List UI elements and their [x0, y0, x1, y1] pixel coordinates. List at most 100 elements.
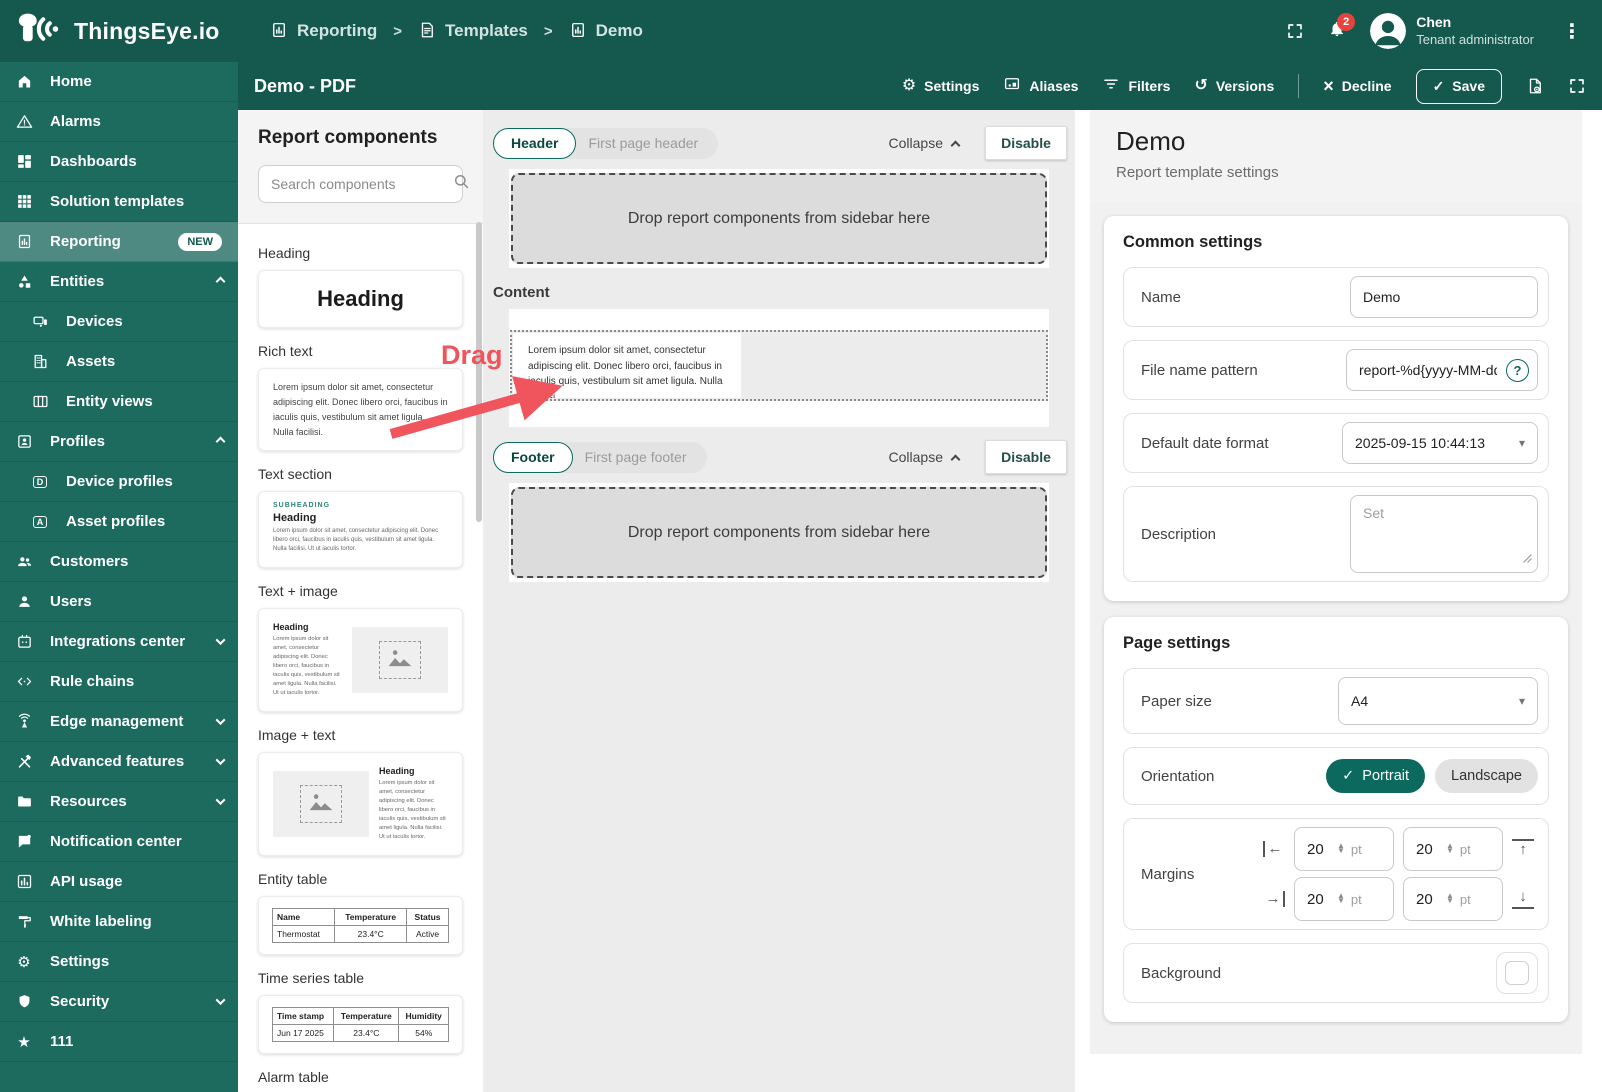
- fullscreen-icon[interactable]: [1286, 22, 1304, 40]
- sidebar-item-111[interactable]: ★ 111: [0, 1022, 238, 1062]
- sidebar-item-advanced-features[interactable]: Advanced features: [0, 742, 238, 782]
- sidebar-item-users[interactable]: Users: [0, 582, 238, 622]
- default-date-format-label: Default date format: [1141, 434, 1269, 452]
- sidebar-item-rule-chains[interactable]: Rule chains: [0, 662, 238, 702]
- orientation-portrait-button[interactable]: ✓ Portrait: [1326, 759, 1426, 793]
- save-button[interactable]: ✓ Save: [1415, 68, 1502, 104]
- default-date-format-select[interactable]: 2025-09-15 10:44:13 ▾: [1342, 422, 1538, 464]
- filters-button[interactable]: Filters: [1102, 75, 1170, 97]
- component-card-textsection[interactable]: SUBHEADING Heading Lorem ipsum dolor sit…: [258, 491, 463, 569]
- stepper-icon[interactable]: ▲ ▼: [1446, 842, 1454, 855]
- header-collapse-button[interactable]: Collapse: [889, 135, 961, 151]
- first-page-footer-chip[interactable]: First page footer: [552, 441, 707, 473]
- description-field[interactable]: Set: [1350, 495, 1538, 573]
- sidebar-item-api-usage[interactable]: API usage: [0, 862, 238, 902]
- sidebar-item-entity-views[interactable]: Entity views: [0, 382, 238, 422]
- footer-collapse-button[interactable]: Collapse: [889, 449, 961, 465]
- margin-right-input[interactable]: [1307, 890, 1337, 908]
- margin-bottom-input[interactable]: [1416, 890, 1446, 908]
- sidebar-item-security[interactable]: Security: [0, 982, 238, 1022]
- footer-disable-button[interactable]: Disable: [985, 440, 1067, 474]
- image-icon: [387, 647, 413, 674]
- first-page-header-chip[interactable]: First page header: [556, 127, 719, 159]
- sidebar-item-customers[interactable]: Customers: [0, 542, 238, 582]
- resize-handle-icon[interactable]: [1522, 550, 1532, 568]
- user-menu[interactable]: Chen Tenant administrator: [1370, 13, 1534, 49]
- header-chip[interactable]: Header: [493, 127, 577, 159]
- search-components-box[interactable]: [258, 165, 469, 203]
- imagetext-heading: Heading: [379, 766, 415, 777]
- devices-icon: [30, 313, 50, 330]
- search-icon: [452, 172, 471, 196]
- name-label: Name: [1141, 288, 1182, 306]
- footer-dropzone[interactable]: Drop report components from sidebar here: [511, 487, 1047, 578]
- sidebar-item-notification-center[interactable]: Notification center: [0, 822, 238, 862]
- sidebar-item-label: Edge management: [50, 713, 184, 730]
- component-card-heading[interactable]: Heading: [258, 270, 463, 328]
- settings-button[interactable]: ⚙ Settings: [902, 78, 980, 95]
- sidebar-item-label: Dashboards: [50, 153, 137, 170]
- sidebar-item-profiles[interactable]: Profiles: [0, 422, 238, 462]
- sidebar-item-device-profiles[interactable]: D Device profiles: [0, 462, 238, 502]
- components-scrollbar[interactable]: [476, 222, 482, 522]
- component-card-timeseriestable[interactable]: Time stamp Temperature Humidity Jun 17 2…: [258, 995, 463, 1055]
- stepper-icon[interactable]: ▲ ▼: [1446, 892, 1454, 905]
- fullscreen-editor-icon[interactable]: [1568, 77, 1586, 95]
- sidebar-item-solution-templates[interactable]: Solution templates: [0, 182, 238, 222]
- breadcrumb-templates[interactable]: Templates: [418, 21, 528, 42]
- breadcrumb-demo[interactable]: Demo: [569, 21, 643, 42]
- search-input[interactable]: [271, 176, 452, 192]
- filter-icon: [1102, 75, 1120, 97]
- sidebar-item-assets[interactable]: Assets: [0, 342, 238, 382]
- sidebar-item-label: Security: [50, 993, 110, 1010]
- sidebar-item-entities[interactable]: Entities: [0, 262, 238, 302]
- rule-chains-icon: [14, 673, 34, 690]
- content-dropzone[interactable]: Lorem ipsum dolor sit amet, consectetur …: [510, 330, 1048, 401]
- breadcrumb-reporting[interactable]: Reporting: [270, 21, 377, 42]
- sidebar-item-edge-management[interactable]: Edge management: [0, 702, 238, 742]
- stepper-icon[interactable]: ▲ ▼: [1337, 892, 1345, 905]
- orientation-landscape-button[interactable]: Landscape: [1435, 759, 1538, 793]
- thingseye-logo-icon: [14, 11, 66, 52]
- orientation-label: Orientation: [1141, 767, 1215, 785]
- margin-top-input-box[interactable]: ▲▼ pt: [1403, 827, 1503, 871]
- file-name-pattern-field[interactable]: [1359, 362, 1497, 378]
- template-settings-panel: Demo Report template settings Common set…: [1075, 110, 1602, 1092]
- preview-report-icon[interactable]: [1526, 77, 1544, 95]
- sidebar-item-label: Advanced features: [50, 753, 185, 770]
- sidebar-item-home[interactable]: Home: [0, 62, 238, 102]
- help-icon[interactable]: ?: [1506, 358, 1529, 382]
- name-field[interactable]: [1350, 276, 1538, 318]
- decline-button[interactable]: × Decline: [1323, 77, 1391, 95]
- margin-left-input[interactable]: [1307, 840, 1337, 858]
- component-card-imagetext[interactable]: Heading Lorem ipsum dolor sit amet, cons…: [258, 752, 463, 857]
- margin-right-input-box[interactable]: ▲▼ pt: [1294, 877, 1394, 921]
- sidebar-item-devices[interactable]: Devices: [0, 302, 238, 342]
- stepper-icon[interactable]: ▲ ▼: [1337, 842, 1345, 855]
- background-color-swatch[interactable]: [1496, 952, 1538, 994]
- margin-left-input-box[interactable]: ▲▼ pt: [1294, 827, 1394, 871]
- sidebar-item-alarms[interactable]: Alarms: [0, 102, 238, 142]
- component-card-textimage[interactable]: Heading Lorem ipsum dolor sit amet, cons…: [258, 608, 463, 713]
- aliases-button[interactable]: Aliases: [1003, 75, 1078, 97]
- margin-bottom-input-box[interactable]: ▲▼ pt: [1403, 877, 1503, 921]
- kebab-menu-icon[interactable]: ⋮: [1558, 19, 1586, 44]
- component-card-richtext[interactable]: Lorem ipsum dolor sit amet, consectetur …: [258, 368, 463, 452]
- brand[interactable]: ThingsEye.io: [0, 11, 238, 52]
- paper-size-select[interactable]: A4 ▾: [1338, 677, 1538, 725]
- notifications-bell-icon[interactable]: 2: [1328, 12, 1356, 43]
- sidebar-item-reporting[interactable]: Reporting NEW: [0, 222, 238, 262]
- dropped-richtext-component[interactable]: Lorem ipsum dolor sit amet, consectetur …: [513, 333, 741, 398]
- footer-chip[interactable]: Footer: [493, 441, 573, 473]
- sidebar-item-integrations-center[interactable]: Integrations center: [0, 622, 238, 662]
- sidebar-item-settings[interactable]: ⚙ Settings: [0, 942, 238, 982]
- sidebar-item-white-labeling[interactable]: White labeling: [0, 902, 238, 942]
- header-disable-button[interactable]: Disable: [985, 126, 1067, 160]
- margin-top-input[interactable]: [1416, 840, 1446, 858]
- sidebar-item-dashboards[interactable]: Dashboards: [0, 142, 238, 182]
- component-card-entitytable[interactable]: Name Temperature Status Thermostat 23.4°…: [258, 896, 463, 956]
- header-dropzone[interactable]: Drop report components from sidebar here: [511, 173, 1047, 264]
- sidebar-item-asset-profiles[interactable]: A Asset profiles: [0, 502, 238, 542]
- versions-button[interactable]: ↺ Versions: [1194, 78, 1274, 95]
- sidebar-item-resources[interactable]: Resources: [0, 782, 238, 822]
